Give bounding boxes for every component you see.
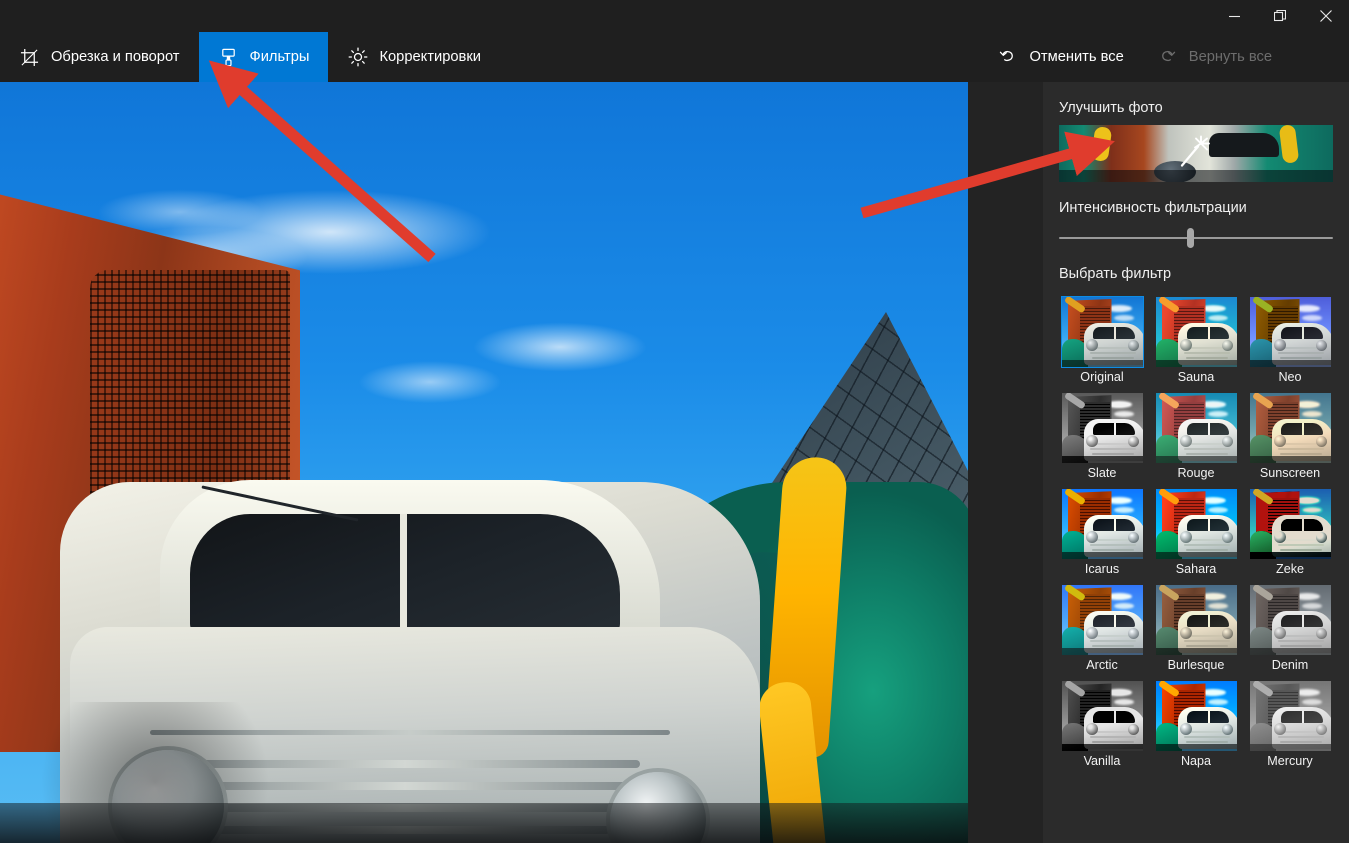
redo-icon [1158,46,1177,69]
filter-option-napa[interactable]: Napa [1153,675,1239,769]
intensity-label: Интенсивность фильтрации [1059,200,1247,216]
undo-icon [998,46,1017,69]
filter-option-icarus[interactable]: Icarus [1059,483,1145,577]
tab-adjustments-label: Корректировки [379,49,481,65]
image-canvas[interactable] [0,82,1043,843]
undo-all-label: Отменить все [1029,49,1124,65]
filter-preview-image [1249,489,1331,560]
intensity-slider[interactable] [1059,228,1333,248]
filter-label: Arctic [1086,658,1118,673]
filter-thumbnail [1155,585,1237,656]
filter-label: Burlesque [1167,658,1225,673]
tab-filters[interactable]: Фильтры [198,32,329,82]
filter-thumbnail [1061,585,1143,656]
filter-preview-image [1249,393,1331,464]
brightness-icon [347,47,368,68]
filter-thumbnail [1249,681,1331,752]
filter-preview-image [1155,585,1237,656]
filter-thumbnail [1061,489,1143,560]
filter-label: Neo [1278,370,1302,384]
toolbar-actions: Отменить все Вернуть все [981,32,1349,82]
filter-label: Zeke [1276,562,1304,577]
filter-preview-image [1249,585,1331,656]
edited-photo [0,82,968,843]
filter-thumbnail [1155,393,1237,464]
filter-thumbnail [1155,489,1237,560]
filter-option-denim[interactable]: Denim [1247,579,1333,673]
filter-preview-image [1061,681,1143,752]
filters-panel: Фильтрация Улучшить фото Интенсивность ф… [1043,32,1349,843]
filter-option-neo[interactable]: Neo [1247,291,1333,385]
filter-thumbnail [1249,489,1331,560]
filter-preview-image [1155,393,1237,464]
enhance-photo-label: Улучшить фото [1059,100,1163,116]
filter-option-zeke[interactable]: Zeke [1247,483,1333,577]
filter-label: Original [1080,370,1124,384]
redo-all-button[interactable]: Вернуть все [1141,32,1289,82]
photos-editor-window: Обрезка и поворот Фильтры Корректировки … [0,0,1349,843]
intensity-slider-track [1059,237,1333,239]
crop-icon [19,47,40,68]
filter-label: Sahara [1175,562,1217,577]
filter-preview-image [1061,297,1143,367]
magic-wand-icon [1176,133,1216,174]
filter-brush-icon [218,47,239,68]
filter-preview-image [1249,681,1331,752]
filter-option-sahara[interactable]: Sahara [1153,483,1239,577]
tab-adjustments[interactable]: Корректировки [328,32,500,82]
filter-preview-image [1155,489,1237,560]
filter-label: Denim [1271,658,1309,673]
title-bar [0,0,1349,32]
tab-filters-label: Фильтры [249,49,310,65]
filter-preview-image [1155,681,1237,752]
editor-toolbar: Обрезка и поворот Фильтры Корректировки … [0,32,1349,82]
filter-label: Sunscreen [1259,466,1321,481]
filter-preview-image [1061,489,1143,560]
filter-option-original[interactable]: Original [1059,291,1145,385]
filter-option-slate[interactable]: Slate [1059,387,1145,481]
filter-thumbnail [1061,681,1143,752]
filter-preview-image [1155,297,1237,367]
undo-all-button[interactable]: Отменить все [981,32,1140,82]
filter-thumbnail [1155,681,1237,752]
intensity-slider-thumb[interactable] [1187,228,1195,248]
filter-option-sunscreen[interactable]: Sunscreen [1247,387,1333,481]
filter-label: Mercury [1267,754,1313,769]
filter-preview-image [1249,297,1331,367]
tab-crop-rotate[interactable]: Обрезка и поворот [0,32,199,82]
minimize-button[interactable] [1211,0,1257,32]
filter-option-sauna[interactable]: Sauna [1153,291,1239,385]
filter-label: Slate [1087,466,1117,481]
filter-option-mercury[interactable]: Mercury [1247,675,1333,769]
photo-windshield-divider [400,514,407,634]
filter-option-rouge[interactable]: Rouge [1153,387,1239,481]
filter-label: Icarus [1084,562,1120,577]
close-button[interactable] [1303,0,1349,32]
redo-all-label: Вернуть все [1188,49,1272,65]
tab-crop-rotate-label: Обрезка и поворот [51,49,180,65]
filter-thumbnail [1249,585,1331,656]
filter-label: Rouge [1177,466,1215,481]
choose-filter-label: Выбрать фильтр [1059,266,1172,282]
enhance-thumb-window [1209,133,1279,157]
filter-thumbnail [1249,297,1331,367]
filter-thumbnail [1060,296,1144,368]
filter-grid: Original Sauna Neo Slate Rouge Sunscreen Icaru… [1059,291,1333,770]
filter-label: Napa [1180,754,1212,769]
filter-thumbnail [1249,393,1331,464]
filter-option-arctic[interactable]: Arctic [1059,579,1145,673]
filter-option-burlesque[interactable]: Burlesque [1153,579,1239,673]
filter-thumbnail [1061,393,1143,464]
filter-label: Sauna [1177,370,1215,384]
restore-button[interactable] [1257,0,1303,32]
filter-preview-image [1061,585,1143,656]
filter-thumbnail [1155,297,1237,367]
enhance-photo-button[interactable] [1059,125,1333,182]
photo-ground [0,803,968,843]
filter-preview-image [1061,393,1143,464]
filter-label: Vanilla [1083,754,1121,769]
filter-option-vanilla[interactable]: Vanilla [1059,675,1145,769]
